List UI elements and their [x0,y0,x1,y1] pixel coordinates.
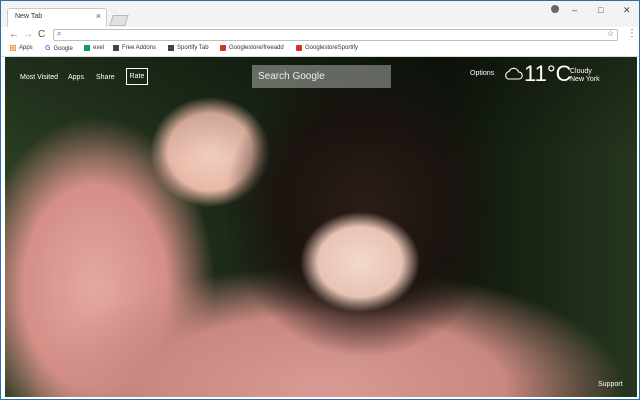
weather-info: Cloudy New York [570,68,600,84]
bookmark-label: Googlestore/freeadd [229,45,284,51]
options-link[interactable]: Options [470,70,494,77]
bookmark-free-addons[interactable]: Free Addons [113,45,156,51]
profile-icon[interactable] [551,5,559,13]
close-window-icon[interactable]: ✕ [623,5,631,16]
bookmark-google[interactable]: G Google [45,45,73,52]
weather-condition: Cloudy [570,68,592,75]
tab-title: New Tab [15,13,43,20]
close-tab-icon[interactable]: × [96,11,101,21]
most-visited-link[interactable]: Most Visited [20,74,58,81]
bookmark-sportify-tab[interactable]: Sportify Tab [168,45,209,51]
bookmark-star-icon[interactable]: ☆ [607,29,614,38]
address-bar[interactable]: ⌕ ☆ [53,29,618,41]
store-icon [220,45,226,51]
tab-new-tab[interactable]: New Tab × [7,8,107,27]
bookmark-googlestore-sportify[interactable]: GooglestoreSportify [296,45,358,51]
bookmark-exel[interactable]: exel [84,45,104,51]
addons-icon [113,45,119,51]
google-icon: G [45,45,51,52]
sportify-icon [168,45,174,51]
bookmark-label: Sportify Tab [177,45,209,51]
weather-temperature: 11°C [524,61,572,86]
bookmarks-bar: Apps G Google exel Free Addons Sportify … [1,43,639,57]
new-tab-button[interactable] [109,15,129,26]
search-input[interactable] [252,65,391,88]
rate-button[interactable]: Rate [126,68,148,85]
search-box [252,65,391,88]
background-photo [5,57,637,397]
maximize-icon[interactable]: □ [598,5,603,15]
browser-window: New Tab × – □ ✕ ← → C ⌕ ☆ ⋮ Apps G Googl… [0,0,640,400]
bookmark-apps[interactable]: Apps [10,45,33,51]
sheets-icon [84,45,90,51]
menu-icon[interactable]: ⋮ [627,28,637,39]
toolbar: ← → C ⌕ ☆ ⋮ [1,27,639,43]
support-link[interactable]: Support [598,381,623,388]
bookmark-label: Google [53,45,73,52]
apps-link[interactable]: Apps [68,74,84,81]
share-link[interactable]: Share [96,74,115,81]
bookmark-label: Free Addons [122,45,157,51]
tab-strip: New Tab × – □ ✕ [1,1,639,27]
search-icon: ⌕ [57,29,62,38]
store-icon [296,45,302,51]
minimize-icon[interactable]: – [572,5,577,15]
forward-icon[interactable]: → [23,29,33,40]
bookmark-label: exel [93,45,105,51]
apps-grid-icon [10,45,16,51]
back-icon[interactable]: ← [9,29,19,40]
bookmark-googlestore-freeadd[interactable]: Googlestore/freeadd [220,45,284,51]
weather-city: New York [570,76,600,83]
reload-icon[interactable]: C [38,29,45,40]
bookmark-label: Apps [19,45,33,51]
bookmark-label: GooglestoreSportify [305,45,359,51]
cloud-icon [505,67,523,80]
new-tab-page: Most Visited Apps Share Rate Options 11°… [5,57,637,397]
